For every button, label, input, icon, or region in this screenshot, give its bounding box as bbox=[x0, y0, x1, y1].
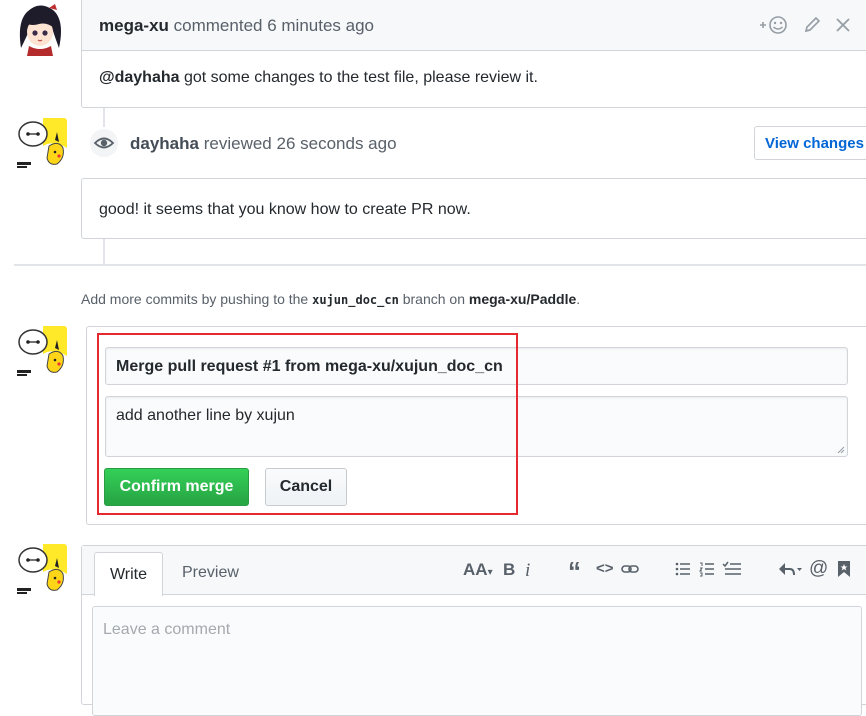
quote-icon[interactable]: “ bbox=[568, 556, 581, 587]
resize-handle-icon[interactable] bbox=[837, 446, 845, 454]
highlight-annotation-box bbox=[97, 333, 518, 515]
comment-action: commented bbox=[173, 16, 263, 35]
avatar-dayhaha[interactable] bbox=[13, 544, 67, 598]
comment-time[interactable]: 6 minutes ago bbox=[267, 16, 374, 35]
add-commits-prefix: Add more commits by pushing to the bbox=[81, 291, 309, 307]
bookmark-icon[interactable] bbox=[837, 560, 851, 583]
task-list-icon[interactable] bbox=[722, 560, 742, 583]
text-size-label: AA bbox=[463, 560, 488, 579]
eye-icon bbox=[93, 137, 115, 149]
tab-preview[interactable]: Preview bbox=[182, 564, 239, 582]
add-commits-middle: branch on bbox=[402, 291, 465, 307]
comment-body: @dayhaha got some changes to the test fi… bbox=[99, 69, 538, 87]
avatar-mega-xu[interactable] bbox=[13, 2, 67, 56]
link-icon[interactable] bbox=[621, 560, 639, 583]
branch-name: xujun_doc_cn bbox=[312, 293, 399, 307]
add-reaction-icon[interactable] bbox=[758, 15, 790, 35]
review-comment-card: good! it seems that you know how to crea… bbox=[81, 178, 866, 239]
code-icon[interactable]: <> bbox=[596, 560, 614, 577]
repo-link[interactable]: mega-xu/Paddle bbox=[469, 291, 576, 307]
review-author[interactable]: dayhaha bbox=[130, 134, 199, 153]
comment-textarea[interactable]: Leave a comment bbox=[92, 606, 862, 716]
comment-header-text: mega-xu commented 6 minutes ago bbox=[99, 16, 374, 36]
review-header-text: dayhaha reviewed 26 seconds ago bbox=[130, 134, 397, 154]
timeline-line bbox=[103, 108, 105, 128]
text-size-icon[interactable]: AA▾ bbox=[463, 560, 493, 580]
avatar-dayhaha[interactable] bbox=[13, 118, 67, 172]
timeline-line bbox=[103, 239, 105, 264]
bold-icon[interactable]: B bbox=[503, 560, 515, 580]
comment-editor: Write Preview AA▾ B i “ <> @ Leave a com… bbox=[81, 545, 866, 716]
comment-text: got some changes to the test file, pleas… bbox=[183, 69, 538, 86]
comment-header: mega-xu commented 6 minutes ago bbox=[82, 0, 866, 51]
italic-icon[interactable]: i bbox=[525, 560, 530, 582]
review-badge bbox=[88, 127, 120, 159]
review-time[interactable]: 26 seconds ago bbox=[277, 134, 397, 153]
view-changes-button[interactable]: View changes bbox=[754, 126, 866, 160]
comment-card: mega-xu commented 6 minutes ago @dayhaha… bbox=[81, 0, 866, 108]
timeline-divider bbox=[14, 264, 866, 266]
pencil-icon[interactable] bbox=[803, 15, 821, 35]
tab-write[interactable]: Write bbox=[94, 552, 163, 596]
review-action: reviewed bbox=[203, 134, 272, 153]
avatar-dayhaha[interactable] bbox=[13, 326, 67, 380]
comment-author[interactable]: mega-xu bbox=[99, 16, 169, 35]
add-commits-note: Add more commits by pushing to the xujun… bbox=[81, 291, 580, 307]
mention-icon[interactable]: @ bbox=[809, 558, 828, 580]
user-mention[interactable]: @dayhaha bbox=[99, 69, 180, 86]
add-commits-suffix: . bbox=[576, 291, 581, 307]
reply-icon[interactable] bbox=[778, 560, 802, 583]
review-comment-body: good! it seems that you know how to crea… bbox=[99, 201, 471, 218]
bulleted-list-icon[interactable] bbox=[675, 560, 691, 583]
close-icon[interactable] bbox=[835, 15, 851, 35]
comment-placeholder: Leave a comment bbox=[103, 621, 231, 638]
numbered-list-icon[interactable] bbox=[699, 560, 715, 583]
